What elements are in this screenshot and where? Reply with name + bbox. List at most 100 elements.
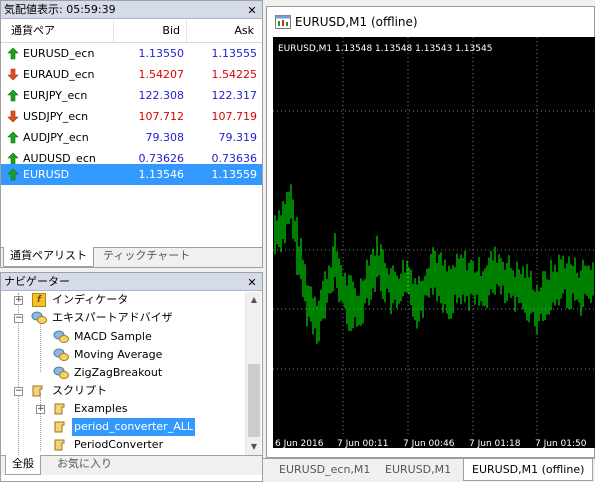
symbol-name: USDJPY_ecn (23, 110, 89, 123)
bid-price: 1.54207 (138, 68, 185, 81)
script-icon (54, 403, 65, 415)
time-axis-label: 7 Jun 01:50 (535, 439, 587, 448)
bid-price: 122.308 (138, 89, 185, 102)
tab-symbols[interactable]: 通貨ペアリスト (3, 247, 94, 267)
tree-label: スクリプト (52, 384, 107, 397)
symbol-name: EURUSD (23, 168, 70, 181)
symbol-row[interactable]: AUDJPY_ecn 79.308 79.319 (1, 127, 262, 148)
arrow-up-icon (7, 168, 19, 181)
chart-window: EURUSD,M1 (offline) EURUSD,M1 1.13548 1.… (266, 6, 595, 458)
tree-label: ZigZagBreakout (74, 366, 163, 379)
market-watch-title: 気配値表示: 05:59:39 (4, 3, 116, 16)
tab-general[interactable]: 全般 (5, 455, 41, 475)
chart-window-title: EURUSD,M1 (offline) (295, 15, 418, 29)
close-icon[interactable]: ✕ (246, 274, 258, 291)
tree-label: エキスパートアドバイザ (52, 311, 173, 324)
symbol-row[interactable]: EURAUD_ecn 1.54207 1.54225 (1, 64, 262, 85)
market-watch-panel: 気配値表示: 05:59:39 ✕ 通貨ペア Bid Ask EURUSD_ec… (0, 0, 263, 268)
time-axis-label: 7 Jun 00:11 (337, 439, 388, 448)
scrollbar-thumb[interactable] (248, 364, 260, 437)
symbol-name: AUDJPY_ecn (23, 131, 89, 144)
chart-window-titlebar[interactable]: EURUSD,M1 (offline) (267, 7, 594, 37)
scroll-up-icon[interactable]: ▲ (246, 292, 262, 308)
expert-advisor-icon (53, 330, 69, 343)
expert-advisor-icon (31, 311, 47, 324)
chart-grid (273, 37, 595, 437)
chart-window-icon (275, 15, 291, 29)
ask-price: 79.319 (218, 131, 258, 144)
arrow-down-icon (7, 68, 19, 81)
script-icon (54, 421, 65, 433)
script-icon (54, 439, 65, 451)
tree-label-selected: period_converter_ALL (72, 418, 195, 436)
script-icon (32, 385, 43, 397)
navigator-scrollbar[interactable]: ▲ ▼ (245, 292, 261, 455)
chart-canvas: EURUSD,M1 1.13548 1.13548 1.13543 1.1354… (273, 37, 595, 449)
bid-price: 107.712 (138, 110, 185, 123)
tree-item-period-converter[interactable]: PeriodConverter (35, 436, 235, 454)
tree-label: MACD Sample (74, 330, 152, 343)
ask-price: 1.13555 (211, 47, 258, 60)
tree-item-indicators[interactable]: + f インディケータ (13, 291, 243, 309)
chart-tabs: EURUSD_ecn,M1 EURUSD,M1 EURUSD,M1 (offli… (263, 458, 595, 482)
symbol-row-selected[interactable]: EURUSD 1.13546 1.13559 (1, 164, 262, 185)
chart-time-axis: 6 Jun 2016 7 Jun 00:11 7 Jun 00:46 7 Jun 01… (275, 439, 587, 449)
ask-price: 1.13559 (211, 168, 258, 181)
symbol-row[interactable]: USDJPY_ecn 107.712 107.719 (1, 106, 262, 127)
chart-candles (274, 184, 594, 344)
bid-price: 1.13550 (138, 47, 185, 60)
symbol-name: EURUSD_ecn (23, 47, 95, 60)
tree-item-zigzag-breakout[interactable]: ZigZagBreakout (35, 364, 235, 382)
tree-item-experts[interactable]: − エキスパートアドバイザ (13, 309, 243, 327)
scroll-down-icon[interactable]: ▼ (246, 439, 262, 455)
close-icon[interactable]: ✕ (246, 2, 258, 19)
expand-icon[interactable]: + (36, 405, 45, 414)
tree-label: インディケータ (52, 293, 129, 306)
tree-item-examples[interactable]: + Examples (35, 400, 235, 418)
navigator-titlebar[interactable]: ナビゲーター ✕ (1, 273, 262, 291)
tree-label: Examples (74, 402, 128, 415)
market-watch-header: 通貨ペア Bid Ask (1, 20, 262, 43)
market-watch-tabs: 通貨ペアリスト ティックチャート (1, 247, 262, 267)
navigator-panel: ナビゲーター ✕ + f インディケータ − エキスパートアドバイザ MACD … (0, 272, 263, 482)
symbol-name: EURAUD_ecn (23, 68, 95, 81)
tab-chart-eurusd-offline[interactable]: EURUSD,M1 (offline) (463, 459, 594, 481)
expand-icon[interactable]: + (14, 296, 23, 305)
tree-item-macd-sample[interactable]: MACD Sample (35, 328, 235, 346)
collapse-icon[interactable]: − (14, 314, 23, 323)
tab-chart-eurusd-ecn[interactable]: EURUSD_ecn,M1 (271, 461, 378, 480)
navigator-tabs: 全般 お気に入り (1, 455, 262, 475)
arrow-up-icon (7, 131, 19, 144)
bid-price: 79.308 (145, 131, 185, 144)
tree-item-period-converter-all[interactable]: period_converter_ALL (35, 418, 235, 436)
arrow-up-icon (7, 89, 19, 102)
column-header-ask[interactable]: Ask (234, 20, 254, 42)
column-header-symbol[interactable]: 通貨ペア (11, 20, 55, 42)
chart-info-line: EURUSD,M1 1.13548 1.13548 1.13543 1.1354… (278, 44, 492, 54)
tab-tick-chart[interactable]: ティックチャート (97, 247, 196, 267)
expert-advisor-icon (53, 348, 69, 361)
symbol-row[interactable]: EURJPY_ecn 122.308 122.317 (1, 85, 262, 106)
tree-item-moving-average[interactable]: Moving Average (35, 346, 235, 364)
ask-price: 1.54225 (211, 68, 258, 81)
column-header-bid[interactable]: Bid (162, 20, 180, 42)
price-chart[interactable]: EURUSD,M1 1.13548 1.13548 1.13543 1.1354… (273, 37, 595, 449)
symbol-name: EURJPY_ecn (23, 89, 88, 102)
tree-label: PeriodConverter (74, 438, 164, 451)
time-axis-label: 7 Jun 00:46 (403, 439, 455, 448)
time-axis-label: 6 Jun 2016 (275, 439, 324, 448)
tree-item-scripts[interactable]: − スクリプト (13, 382, 243, 400)
symbol-row[interactable]: EURUSD_ecn 1.13550 1.13555 (1, 43, 262, 64)
collapse-icon[interactable]: − (14, 387, 23, 396)
ask-price: 107.719 (211, 110, 258, 123)
market-watch-titlebar[interactable]: 気配値表示: 05:59:39 ✕ (1, 1, 262, 19)
bid-price: 1.13546 (138, 168, 185, 181)
tree-label: Moving Average (74, 348, 163, 361)
time-axis-label: 7 Jun 01:18 (469, 439, 521, 448)
tab-chart-eurusd[interactable]: EURUSD,M1 (377, 461, 459, 480)
tab-favorites[interactable]: お気に入り (51, 455, 118, 475)
navigator-title: ナビゲーター (4, 275, 70, 288)
ask-price: 122.317 (211, 89, 258, 102)
arrow-up-icon (7, 47, 19, 60)
indicator-icon: f (32, 293, 46, 307)
